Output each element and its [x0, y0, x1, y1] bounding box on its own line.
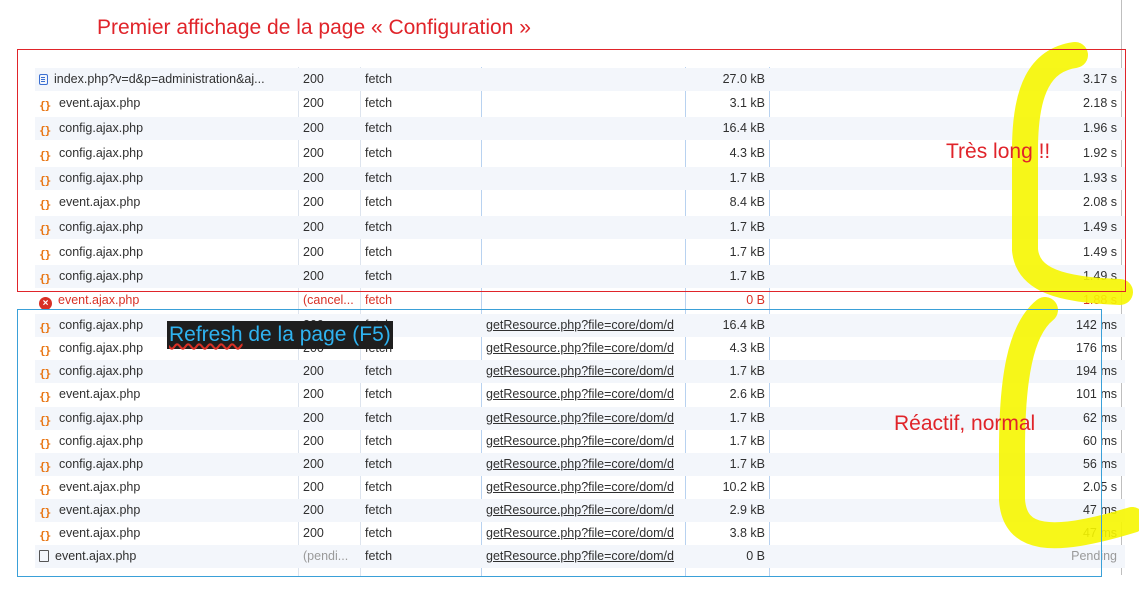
refresh-word: Refresh — [169, 323, 243, 346]
slow-note: Très long !! — [946, 140, 1051, 163]
refresh-highlight-box — [17, 309, 1102, 577]
refresh-label: Refresh de la page (F5) — [167, 321, 393, 349]
refresh-rest: de la page (F5) — [242, 323, 391, 346]
first-load-highlight-box — [17, 49, 1126, 292]
fast-note: Réactif, normal — [894, 412, 1036, 435]
